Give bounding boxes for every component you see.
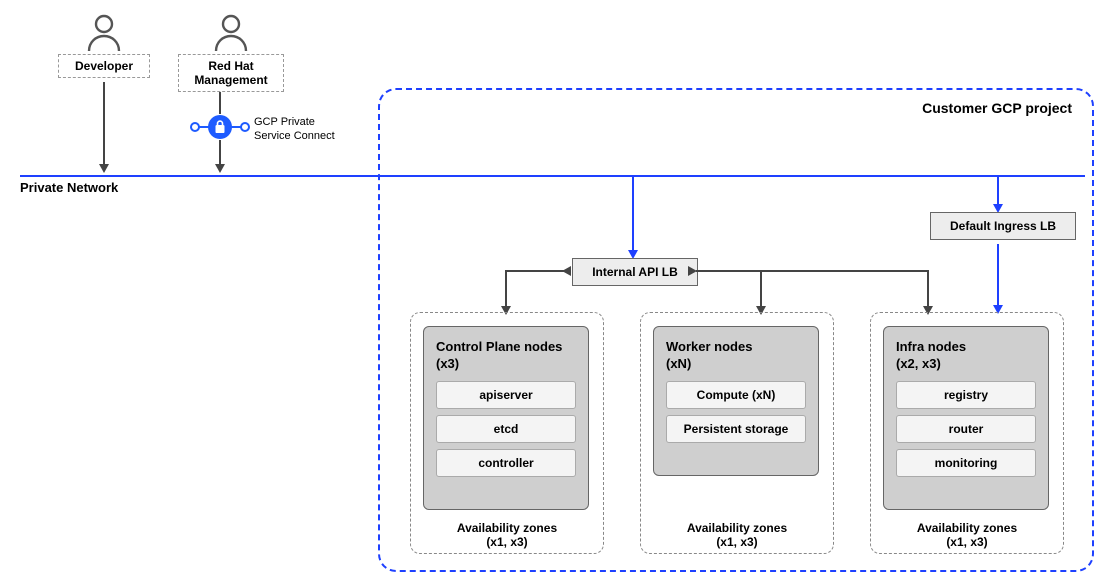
zone-infra-count: (x1, x3) bbox=[946, 535, 987, 549]
arrow-ingress-to-infra bbox=[997, 244, 999, 307]
control-item-controller: controller bbox=[436, 449, 576, 477]
user-icon bbox=[86, 14, 122, 52]
arrow-redhat-upper bbox=[219, 92, 221, 114]
zone-worker-count: (x1, x3) bbox=[716, 535, 757, 549]
control-title: Control Plane nodes bbox=[436, 339, 576, 354]
zone-control-caption: Availability zones (x1, x3) bbox=[411, 521, 603, 549]
zone-label: Availability zones bbox=[457, 521, 557, 535]
lock-icon bbox=[208, 115, 232, 139]
line-lb-to-worker-v bbox=[760, 270, 762, 308]
arrow-net-to-ingress-lb bbox=[997, 177, 999, 206]
default-ingress-lb: Default Ingress LB bbox=[930, 212, 1076, 240]
control-count: (x3) bbox=[436, 356, 576, 371]
worker-item-storage: Persistent storage bbox=[666, 415, 806, 443]
line-to-infra-v bbox=[927, 270, 929, 308]
zone-worker-caption: Availability zones (x1, x3) bbox=[641, 521, 833, 549]
worker-item-compute: Compute (xN) bbox=[666, 381, 806, 409]
infra-title: Infra nodes bbox=[896, 339, 1036, 354]
line-lb-to-worker-h bbox=[696, 270, 762, 272]
control-item-etcd: etcd bbox=[436, 415, 576, 443]
infra-item-monitoring: monitoring bbox=[896, 449, 1036, 477]
redhat-label: Red Hat Management bbox=[178, 54, 284, 92]
arrow-redhat-lower bbox=[219, 140, 221, 166]
worker-count: (xN) bbox=[666, 356, 806, 371]
private-network-label: Private Network bbox=[20, 180, 118, 195]
arrowhead-dev bbox=[99, 164, 109, 173]
psc-dot-right bbox=[240, 122, 250, 132]
infra-item-router: router bbox=[896, 415, 1036, 443]
zone-control-count: (x1, x3) bbox=[486, 535, 527, 549]
infra-item-registry: registry bbox=[896, 381, 1036, 409]
internal-api-lb: Internal API LB bbox=[572, 258, 698, 286]
actor-developer: Developer bbox=[58, 14, 150, 78]
control-plane-nodes: Control Plane nodes (x3) apiserver etcd … bbox=[423, 326, 589, 510]
infra-nodes: Infra nodes (x2, x3) registry router mon… bbox=[883, 326, 1049, 510]
arrowhead-lb-left bbox=[562, 266, 571, 276]
zone-label: Availability zones bbox=[917, 521, 1017, 535]
developer-label: Developer bbox=[58, 54, 150, 78]
psc-dot-left bbox=[190, 122, 200, 132]
worker-nodes: Worker nodes (xN) Compute (xN) Persisten… bbox=[653, 326, 819, 476]
worker-title: Worker nodes bbox=[666, 339, 806, 354]
infra-count: (x2, x3) bbox=[896, 356, 1036, 371]
arrow-net-to-internal-lb bbox=[632, 177, 634, 252]
customer-project-title: Customer GCP project bbox=[922, 100, 1072, 116]
control-item-apiserver: apiserver bbox=[436, 381, 576, 409]
user-icon bbox=[213, 14, 249, 52]
arrow-dev-to-net bbox=[103, 82, 105, 166]
line-worker-to-infra-h bbox=[762, 270, 929, 272]
psc-label: GCP Private Service Connect bbox=[254, 116, 335, 144]
zone-infra-caption: Availability zones (x1, x3) bbox=[871, 521, 1063, 549]
arrowhead-redhat bbox=[215, 164, 225, 173]
zone-label: Availability zones bbox=[687, 521, 787, 535]
arrowhead-lb-right bbox=[688, 266, 697, 276]
line-lb-to-control-v bbox=[505, 270, 507, 308]
actor-redhat: Red Hat Management bbox=[178, 14, 284, 92]
